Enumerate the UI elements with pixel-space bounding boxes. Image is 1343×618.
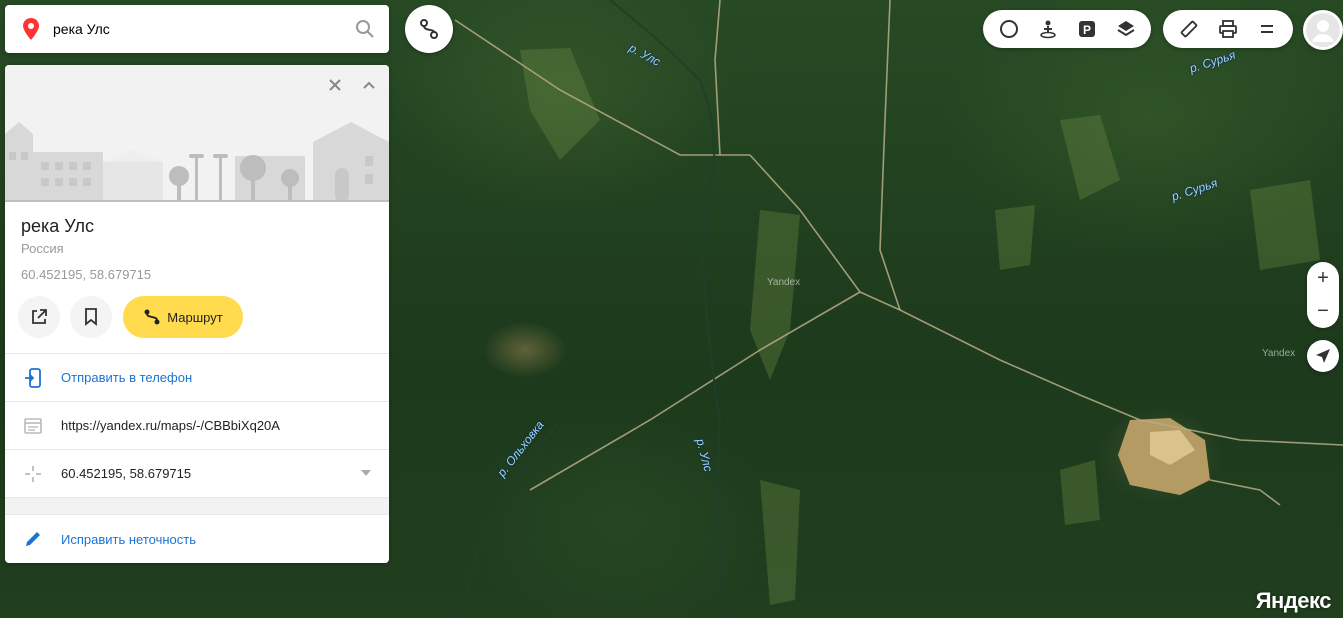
search-icon[interactable] xyxy=(355,19,375,39)
share-button[interactable] xyxy=(18,296,60,338)
road xyxy=(879,0,901,311)
geolocation-icon xyxy=(1316,349,1330,363)
field-patch xyxy=(520,48,600,160)
city-illustration xyxy=(5,122,389,202)
zoom-out-button[interactable]: − xyxy=(1307,295,1339,328)
traffic-button[interactable] xyxy=(989,10,1028,48)
svg-text:P: P xyxy=(1082,23,1090,37)
field-patch xyxy=(1060,115,1120,200)
map-watermark: Yandex xyxy=(1262,348,1296,359)
panorama-icon xyxy=(1039,20,1056,39)
search-input[interactable] xyxy=(53,21,343,37)
route-icon xyxy=(144,309,160,325)
road xyxy=(714,0,721,156)
coordinates-row[interactable]: 60.452195, 58.679715 xyxy=(5,449,389,497)
user-avatar-icon xyxy=(1306,13,1340,47)
route-button-label: Маршрут xyxy=(167,309,223,325)
panorama-button[interactable] xyxy=(1028,10,1067,48)
zoom-in-button[interactable]: + xyxy=(1307,262,1339,295)
route-fab-button[interactable] xyxy=(405,5,453,53)
parking-icon: P xyxy=(1078,21,1095,37)
bookmark-icon xyxy=(85,308,97,326)
send-to-phone-row[interactable]: Отправить в телефон xyxy=(5,353,389,401)
road xyxy=(454,19,750,156)
layers-button[interactable] xyxy=(1106,10,1145,48)
map-tools-toolbar xyxy=(1163,10,1293,48)
location-pin-icon xyxy=(23,18,39,40)
geolocation-button[interactable] xyxy=(1307,340,1339,372)
ruler-button[interactable] xyxy=(1169,10,1208,48)
pencil-icon xyxy=(26,532,40,546)
route-icon xyxy=(420,19,438,39)
menu-button[interactable] xyxy=(1248,10,1287,48)
print-icon xyxy=(1219,20,1237,38)
road xyxy=(859,291,1141,421)
chevron-down-icon[interactable] xyxy=(361,470,371,476)
print-button[interactable] xyxy=(1208,10,1247,48)
collapse-button[interactable] xyxy=(357,73,381,97)
coordinates-value: 60.452195, 58.679715 xyxy=(61,466,192,481)
traffic-icon xyxy=(999,20,1018,38)
crosshair-icon xyxy=(25,465,41,482)
close-icon xyxy=(329,79,341,91)
field-patch xyxy=(995,205,1035,270)
share-icon xyxy=(32,309,47,324)
yandex-logo: Яндекс xyxy=(1255,588,1332,613)
place-country: Россия xyxy=(21,241,64,256)
link-card-icon xyxy=(24,417,42,434)
share-url-row[interactable]: https://yandex.ru/maps/-/CBBbiXq20A xyxy=(5,401,389,449)
river-uls xyxy=(609,0,727,618)
divider xyxy=(5,497,389,515)
layers-icon xyxy=(1116,21,1135,37)
card-header-illustration xyxy=(5,65,389,202)
chevron-up-icon xyxy=(363,81,375,89)
place-coordinates: 60.452195, 58.679715 xyxy=(21,267,152,282)
road xyxy=(1209,479,1281,506)
road xyxy=(529,291,861,491)
search-bar xyxy=(5,5,389,53)
bookmark-button[interactable] xyxy=(70,296,112,338)
field-patch xyxy=(1060,460,1100,525)
share-url[interactable]: https://yandex.ru/maps/-/CBBbiXq20A xyxy=(61,418,280,433)
parking-button[interactable]: P xyxy=(1067,10,1106,48)
menu-icon xyxy=(1261,25,1274,33)
map-watermark: Yandex xyxy=(767,277,801,288)
zoom-control: + − xyxy=(1307,262,1339,328)
route-button[interactable]: Маршрут xyxy=(123,296,243,338)
close-button[interactable] xyxy=(323,73,347,97)
place-title: река Улс xyxy=(21,216,95,236)
ruler-icon xyxy=(1180,20,1197,38)
user-avatar[interactable] xyxy=(1303,10,1343,50)
send-to-phone-link[interactable]: Отправить в телефон xyxy=(61,370,192,385)
phone-icon xyxy=(25,367,41,388)
fix-inaccuracy-row[interactable]: Исправить неточность xyxy=(5,515,389,563)
field-patch xyxy=(760,480,800,605)
fix-inaccuracy-link[interactable]: Исправить неточность xyxy=(61,532,196,547)
place-card: река Улс Россия 60.452195, 58.679715 Мар… xyxy=(5,65,389,563)
field-patch xyxy=(1250,180,1320,270)
field-patch xyxy=(750,210,800,380)
map-layers-toolbar: P xyxy=(983,10,1151,48)
